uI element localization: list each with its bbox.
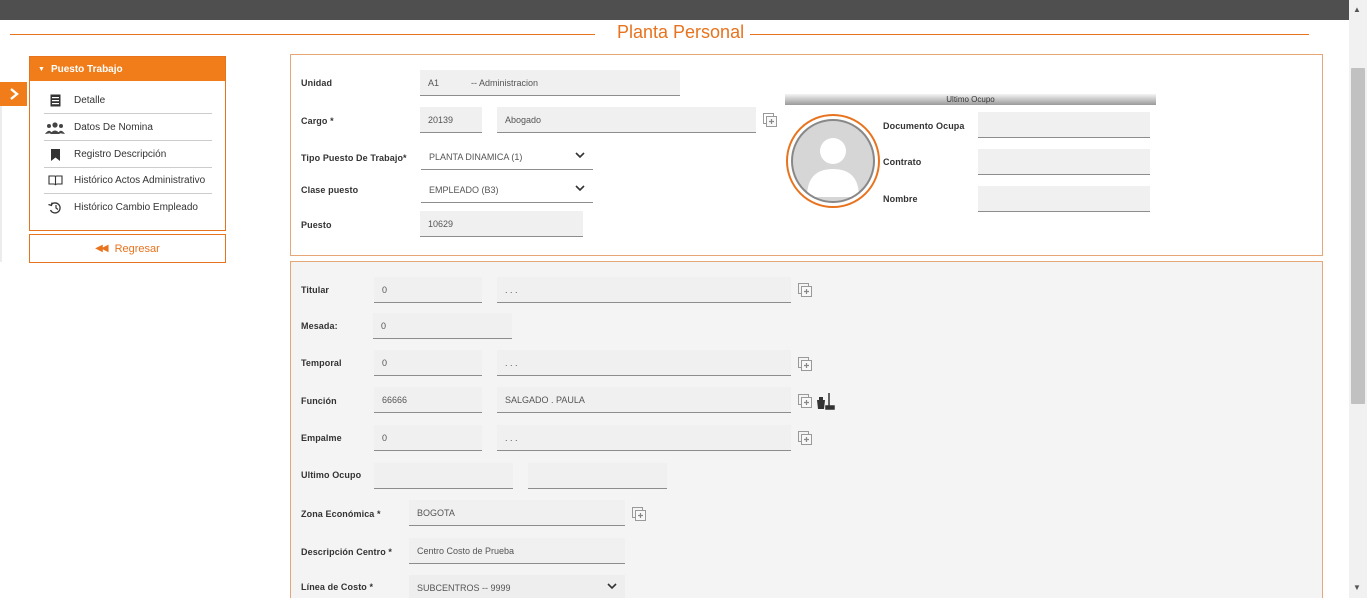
scroll-down-arrow-icon[interactable]: ▼ xyxy=(1353,583,1361,592)
cargo-label: Cargo * xyxy=(301,116,334,126)
sidebar-item-label: Histórico Actos Administrativo xyxy=(74,175,206,186)
lookup-icon[interactable] xyxy=(763,113,779,129)
temporal-label: Temporal xyxy=(301,358,342,368)
sidebar-item-label: Detalle xyxy=(74,95,106,106)
tipo-puesto-select[interactable]: PLANTA DINAMICA (1) xyxy=(421,144,593,170)
empalme-code-input[interactable]: 0 xyxy=(374,425,482,451)
ultimo-ocupo-name-input[interactable] xyxy=(528,463,667,489)
puesto-input[interactable]: 10629 xyxy=(420,211,583,237)
lookup-icon[interactable] xyxy=(798,357,814,373)
sidebar-header[interactable]: ▼ Puesto Trabajo xyxy=(30,57,225,81)
sidebar-item-historico-cambio[interactable]: Histórico Cambio Empleado xyxy=(44,194,212,220)
back-button[interactable]: ◀◀ Regresar xyxy=(29,234,226,263)
title-divider-right xyxy=(750,34,1309,35)
sidebar-item-registro-descripcion[interactable]: Registro Descripción xyxy=(44,142,212,168)
sidebar-item-historico-actos[interactable]: Histórico Actos Administrativo xyxy=(44,168,212,194)
temporal-code-input[interactable]: 0 xyxy=(374,350,482,376)
tipo-puesto-label: Tipo Puesto De Trabajo* xyxy=(301,153,407,163)
lookup-icon[interactable] xyxy=(798,431,814,447)
titular-code-input[interactable]: 0 xyxy=(374,277,482,303)
sidebar-item-detalle[interactable]: Detalle xyxy=(44,88,212,114)
ultimo-ocupo-label: Ultimo Ocupo xyxy=(301,470,362,480)
linea-costo-select[interactable]: SUBCENTROS -- 9999 xyxy=(409,575,625,598)
chevron-down-icon xyxy=(575,184,585,195)
chevron-down-icon xyxy=(575,151,585,162)
bookmark-icon xyxy=(44,148,66,161)
empalme-label: Empalme xyxy=(301,433,342,443)
cargo-name-input[interactable]: Abogado xyxy=(497,107,756,133)
documento-ocupa-label: Documento Ocupa xyxy=(883,121,965,131)
clase-puesto-select[interactable]: EMPLEADO (B3) xyxy=(421,177,593,203)
top-bar xyxy=(0,0,1367,20)
document-list-icon xyxy=(44,94,66,107)
contrato-input[interactable] xyxy=(978,149,1150,175)
chevron-down-icon xyxy=(607,582,617,593)
clase-puesto-label: Clase puesto xyxy=(301,185,359,195)
funcion-name-input[interactable]: SALGADO . PAULA xyxy=(497,387,791,413)
sidebar-toggle-button[interactable] xyxy=(0,82,27,106)
unidad-field[interactable]: A1 -- Administracion xyxy=(420,70,680,96)
unidad-label: Unidad xyxy=(301,78,333,88)
ultimo-ocupo-header: Ultimo Ocupo xyxy=(785,94,1156,105)
linea-costo-label: Línea de Costo * xyxy=(301,582,374,592)
unidad-code: A1 xyxy=(428,77,440,88)
temporal-name-input[interactable]: . . . xyxy=(497,350,791,376)
sidebar-menu: ▼ Puesto Trabajo Detalle Datos De Nomina… xyxy=(29,56,226,231)
descripcion-centro-label: Descripción Centro * xyxy=(301,547,393,557)
page-title: Planta Personal xyxy=(607,22,755,43)
nombre-input[interactable] xyxy=(978,186,1150,212)
lookup-icon[interactable] xyxy=(798,283,814,299)
zona-economica-label: Zona Económica * xyxy=(301,509,381,519)
mesada-label: Mesada: xyxy=(301,321,338,331)
tipo-puesto-value: PLANTA DINAMICA (1) xyxy=(429,151,523,162)
funcion-code-input[interactable]: 66666 xyxy=(374,387,482,413)
sidebar-item-label: Registro Descripción xyxy=(74,149,167,160)
clase-puesto-value: EMPLEADO (B3) xyxy=(429,184,499,195)
user-placeholder-icon xyxy=(791,119,875,203)
title-divider-left xyxy=(10,34,595,35)
sidebar-edge xyxy=(0,106,2,262)
descripcion-centro-input[interactable]: Centro Costo de Prueba xyxy=(409,538,625,564)
sidebar-item-label: Histórico Cambio Empleado xyxy=(74,201,198,213)
cargo-code-input[interactable]: 20139 xyxy=(420,107,482,133)
zona-economica-input[interactable]: BOGOTA xyxy=(409,500,625,526)
lookup-icon[interactable] xyxy=(632,507,648,523)
chevron-right-icon xyxy=(9,88,19,100)
funcion-label: Función xyxy=(301,396,337,406)
back-button-label: Regresar xyxy=(114,242,160,255)
titular-label: Titular xyxy=(301,285,330,295)
double-chevron-left-icon: ◀◀ xyxy=(95,243,108,254)
linea-costo-value: SUBCENTROS -- 9999 xyxy=(417,582,511,593)
documento-ocupa-input[interactable] xyxy=(978,112,1150,138)
vertical-scrollbar[interactable]: ▲ ▼ xyxy=(1349,0,1367,598)
sidebar-item-label: Datos De Nomina xyxy=(74,122,153,133)
caret-down-icon: ▼ xyxy=(38,65,45,73)
ultimo-ocupo-code-input[interactable] xyxy=(374,463,513,489)
avatar xyxy=(786,114,880,208)
scroll-up-arrow-icon[interactable]: ▲ xyxy=(1353,5,1361,14)
unidad-name: -- Administracion xyxy=(471,77,539,88)
lookup-icon[interactable] xyxy=(798,394,814,410)
mesada-input[interactable]: 0 xyxy=(373,313,512,339)
sidebar-header-label: Puesto Trabajo xyxy=(50,63,123,75)
clear-broom-icon[interactable] xyxy=(815,392,835,410)
contrato-label: Contrato xyxy=(883,157,922,167)
titular-name-input[interactable]: . . . xyxy=(497,277,791,303)
open-book-icon xyxy=(44,175,66,186)
scrollbar-thumb[interactable] xyxy=(1351,68,1365,404)
empalme-name-input[interactable]: . . . xyxy=(497,425,791,451)
sidebar-item-datos-nomina[interactable]: Datos De Nomina xyxy=(44,115,212,141)
page-title-row: Planta Personal xyxy=(10,22,1310,46)
nombre-label: Nombre xyxy=(883,194,918,204)
history-icon xyxy=(44,201,66,214)
puesto-label: Puesto xyxy=(301,220,332,230)
users-group-icon xyxy=(44,121,66,134)
